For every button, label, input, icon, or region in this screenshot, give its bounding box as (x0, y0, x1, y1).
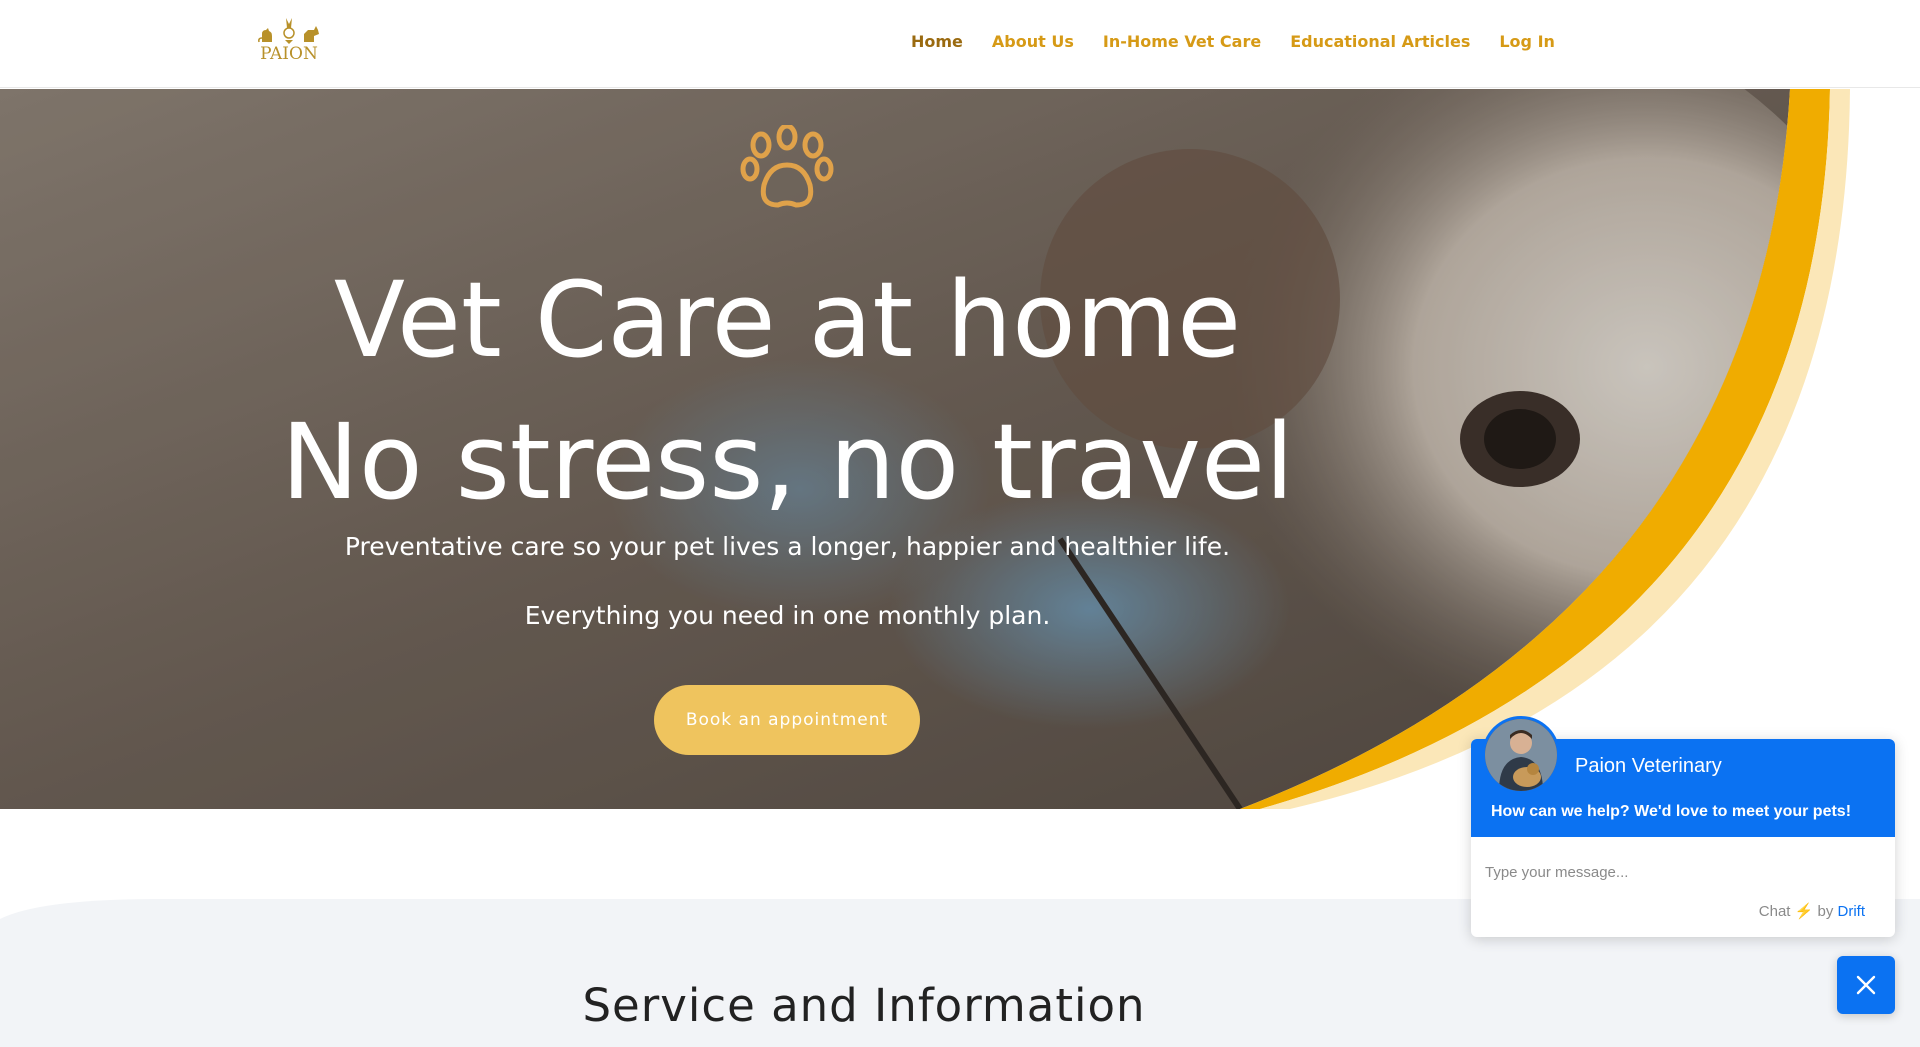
book-appointment-button[interactable]: Book an appointment (654, 685, 920, 755)
avatar-photo (1485, 719, 1557, 791)
chat-credit[interactable]: Chat ⚡ by Drift (1759, 902, 1865, 920)
lightning-icon: ⚡ (1794, 903, 1814, 920)
chat-credit-by: by (1817, 903, 1834, 920)
chat-credit-brand: Drift (1837, 903, 1866, 920)
paion-logo[interactable]: PAION (256, 16, 322, 72)
nav-log-in[interactable]: Log In (1499, 32, 1555, 51)
chat-close-button[interactable] (1837, 956, 1895, 1014)
section-title: Service and Information (582, 979, 1146, 1032)
chat-widget: Paion Veterinary How can we help? We'd l… (1471, 716, 1895, 937)
chat-welcome-message: How can we help? We'd love to meet your … (1491, 803, 1852, 820)
chat-message-input[interactable] (1485, 861, 1875, 883)
hero-subtitle-2: Everything you need in one monthly plan. (524, 601, 1051, 630)
hero-subtitle-1: Preventative care so your pet lives a lo… (344, 532, 1231, 561)
site-header: PAION Home About Us In-Home Vet Care Edu… (0, 0, 1920, 88)
hero-title: Vet Care at home No stress, no travel (0, 249, 1575, 533)
chat-agent-name: Paion Veterinary (1575, 755, 1722, 777)
nav-in-home-vet-care[interactable]: In-Home Vet Care (1103, 32, 1261, 51)
logo-animals-icon (258, 18, 319, 44)
hero-banner: Vet Care at home No stress, no travel Pr… (0, 89, 1920, 809)
hero-title-line1: Vet Care at home (333, 259, 1242, 381)
paw-icon (740, 125, 834, 208)
nav-educational-articles[interactable]: Educational Articles (1290, 32, 1470, 51)
hero-title-line2: No stress, no travel (281, 401, 1294, 523)
nav-about-us[interactable]: About Us (992, 32, 1074, 51)
chat-credit-prefix: Chat (1758, 903, 1791, 920)
nav-home[interactable]: Home (911, 32, 963, 51)
main-nav: Home About Us In-Home Vet Care Education… (911, 32, 1555, 51)
page: PAION Home About Us In-Home Vet Care Edu… (0, 0, 1920, 1047)
avatar (1482, 716, 1560, 794)
logo-text: PAION (260, 44, 318, 64)
close-icon (1856, 975, 1876, 995)
